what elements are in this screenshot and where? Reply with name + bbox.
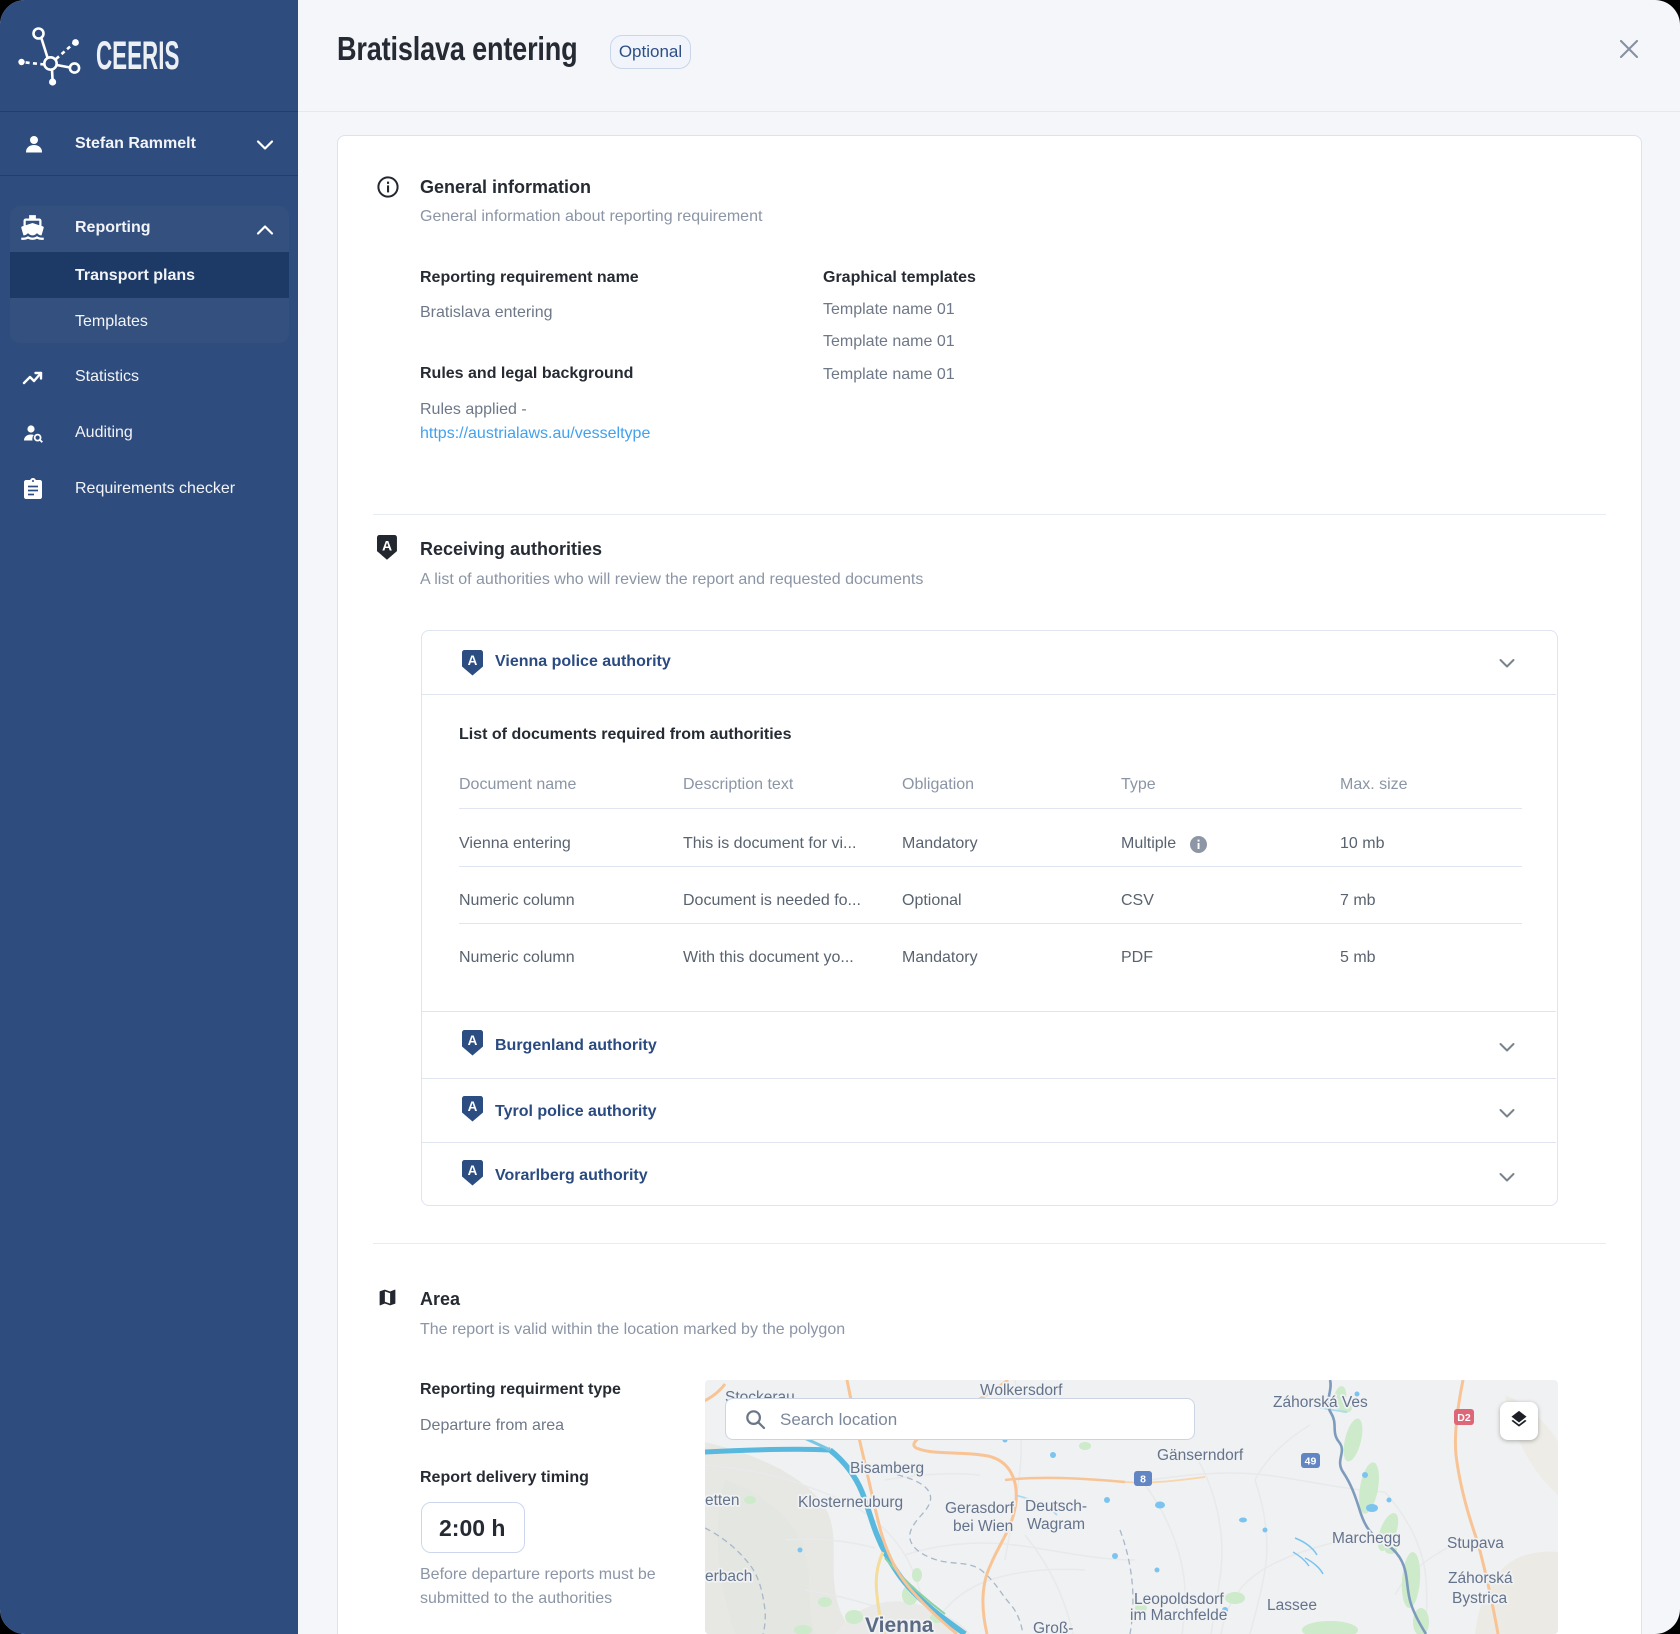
svg-text:Gänserndorf: Gänserndorf <box>1157 1447 1244 1464</box>
svg-text:im Marchfelde: im Marchfelde <box>1130 1607 1227 1624</box>
svg-text:Groß-: Groß- <box>1033 1620 1073 1634</box>
svg-text:Bisamberg: Bisamberg <box>850 1460 924 1477</box>
svg-text:Bystrica: Bystrica <box>1452 1590 1508 1607</box>
svg-text:bei Wien: bei Wien <box>953 1518 1013 1535</box>
svg-text:A: A <box>468 653 478 668</box>
svg-text:8: 8 <box>1140 1474 1146 1486</box>
svg-text:A: A <box>382 538 392 554</box>
svg-text:Gerasdorf: Gerasdorf <box>945 1500 1015 1517</box>
svg-text:etten: etten <box>705 1492 739 1509</box>
svg-text:Vienna: Vienna <box>865 1614 934 1634</box>
svg-text:Leopoldsdorf: Leopoldsdorf <box>1134 1591 1224 1608</box>
svg-text:Wagram: Wagram <box>1027 1516 1085 1533</box>
svg-text:D2: D2 <box>1457 1412 1471 1424</box>
svg-text:49: 49 <box>1305 1456 1317 1468</box>
svg-text:Stupava: Stupava <box>1447 1535 1504 1552</box>
svg-text:A: A <box>468 1033 478 1048</box>
svg-text:erbach: erbach <box>705 1568 752 1585</box>
svg-text:A: A <box>468 1099 478 1114</box>
svg-text:Deutsch-: Deutsch- <box>1025 1498 1087 1515</box>
svg-text:Wolkersdorf: Wolkersdorf <box>980 1382 1063 1399</box>
svg-text:Záhorská: Záhorská <box>1448 1570 1513 1587</box>
svg-text:Lassee: Lassee <box>1267 1597 1317 1614</box>
svg-text:A: A <box>468 1163 478 1178</box>
svg-text:Klosterneuburg: Klosterneuburg <box>798 1494 903 1511</box>
svg-text:Marchegg: Marchegg <box>1332 1530 1401 1547</box>
svg-text:Záhorská Ves: Záhorská Ves <box>1273 1394 1368 1411</box>
